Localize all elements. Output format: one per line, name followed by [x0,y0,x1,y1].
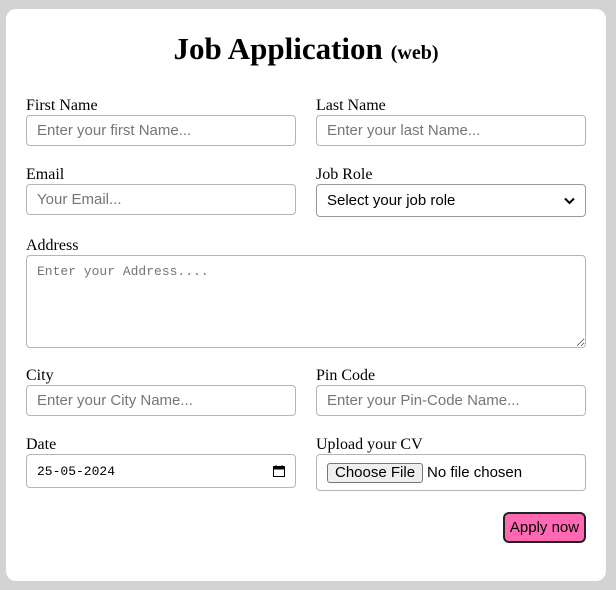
city-input[interactable] [26,385,296,416]
date-label: Date [26,436,57,453]
date-input[interactable]: 25-05-2024 [26,454,296,488]
first-name-input[interactable] [26,115,296,146]
email-label: Email [26,166,65,183]
title-subtitle: (web) [390,42,439,64]
pin-code-field: Pin Code [316,367,586,416]
apply-now-button[interactable]: Apply now [503,512,586,543]
cv-upload-field: Upload your CV Choose File No file chose… [316,436,586,491]
first-name-label: First Name [26,97,98,114]
pin-code-label: Pin Code [316,367,376,384]
pin-code-input[interactable] [316,385,586,416]
application-card: Job Application (web) First Name Last Na… [6,9,606,581]
job-role-field: Job Role Select your job role [316,166,586,217]
city-field: City [26,367,296,416]
email-field: Email [26,166,296,215]
first-name-field: First Name [26,97,296,146]
last-name-input[interactable] [316,115,586,146]
job-role-selected-value: Select your job role [327,192,456,209]
job-role-label: Job Role [316,166,373,183]
address-field: Address [26,237,586,348]
choose-file-button[interactable]: Choose File [327,462,424,483]
date-value: 25-05-2024 [37,463,116,479]
address-label: Address [26,237,79,254]
page-title: Job Application (web) [6,31,606,67]
address-textarea[interactable] [26,255,586,348]
date-field: Date 25-05-2024 [26,436,296,488]
cv-file-input[interactable]: Choose File No file chosen [316,454,586,491]
last-name-field: Last Name [316,97,586,146]
city-label: City [26,367,54,384]
file-status-text: No file chosen [427,464,523,481]
title-text: Job Application [173,31,383,66]
cv-upload-label: Upload your CV [316,436,423,453]
email-input[interactable] [26,184,296,215]
chevron-down-icon [564,194,575,207]
calendar-icon[interactable] [273,465,285,477]
job-role-select[interactable]: Select your job role [316,184,586,217]
last-name-label: Last Name [316,97,386,114]
